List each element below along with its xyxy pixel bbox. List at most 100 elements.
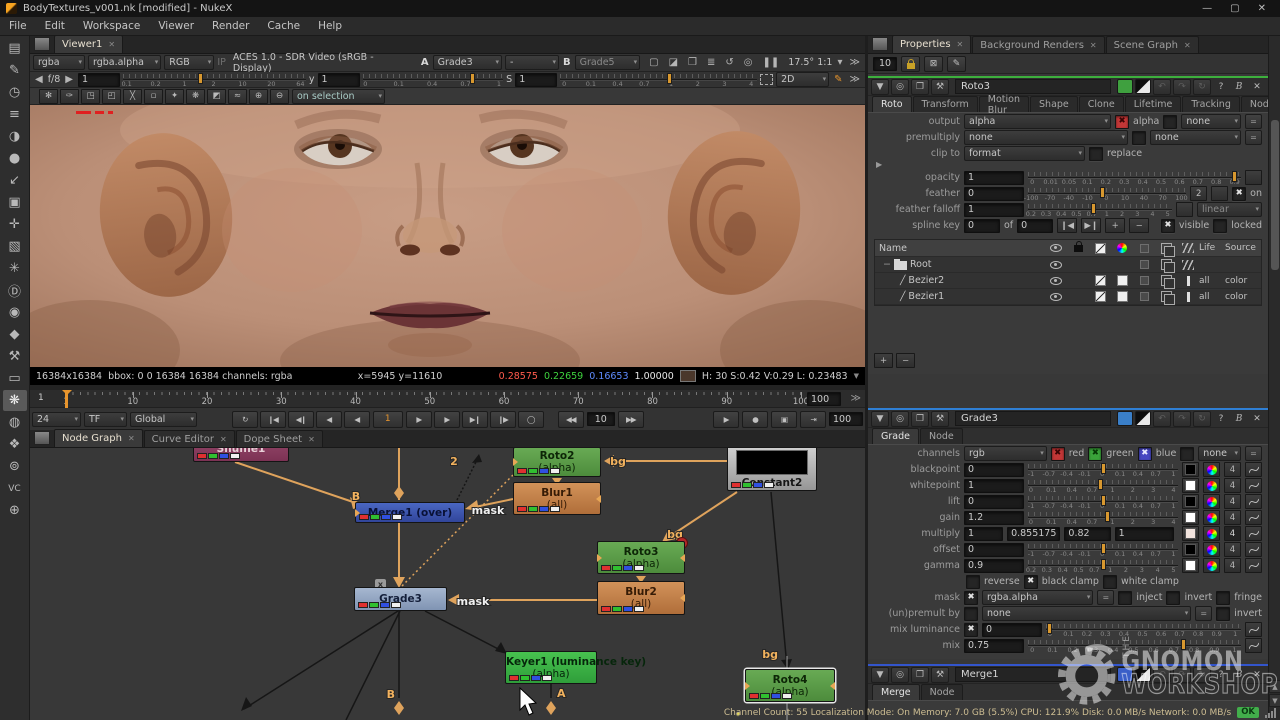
column-eye-icon[interactable]: [1045, 244, 1067, 252]
toolbar-deep-icon[interactable]: Ⓓ: [3, 280, 27, 301]
roto-tag-add-icon[interactable]: ⊕: [249, 89, 268, 104]
tab-node-graph[interactable]: Node Graph✕: [54, 429, 143, 447]
collapse-arrow-icon[interactable]: ▶: [868, 161, 1268, 169]
redo-icon[interactable]: ↷: [1173, 411, 1191, 427]
next-key-icon[interactable]: ▶❙: [1081, 218, 1101, 233]
remove-shape-button[interactable]: −: [896, 353, 915, 368]
prev-key-icon[interactable]: ❙◀: [1057, 218, 1077, 233]
tab-merge[interactable]: Merge: [872, 684, 920, 700]
color-wheel-icon[interactable]: [1203, 462, 1220, 477]
life-toggle[interactable]: [1177, 276, 1199, 286]
mix-field[interactable]: 0.75: [964, 639, 1024, 653]
alpha-checkbox[interactable]: ✖: [1115, 115, 1129, 129]
wrench-icon[interactable]: ⚒: [931, 79, 949, 95]
lut-icon[interactable]: ≣: [705, 57, 717, 68]
feather-on-checkbox[interactable]: ✖: [1232, 187, 1246, 201]
inject-checkbox[interactable]: ✖: [1118, 591, 1132, 605]
node-keyer1[interactable]: Keyer1 (luminance key)(alpha): [505, 651, 597, 684]
unpremult-invert-checkbox[interactable]: ✖: [1216, 607, 1230, 621]
slider[interactable]: 00.10.40.71234: [1028, 478, 1178, 493]
roto-remove-x-icon[interactable]: ╳: [123, 89, 142, 104]
maximize-button[interactable]: ▢: [1230, 3, 1239, 14]
toolbar-draw-icon[interactable]: ✎: [3, 60, 27, 81]
more-chevrons-icon[interactable]: ≫: [848, 57, 862, 68]
color-swatch-button[interactable]: [1182, 494, 1199, 509]
layer-dropdown[interactable]: rgba: [33, 55, 85, 70]
channels2-checkbox[interactable]: ✖: [1180, 447, 1194, 461]
premultiply2-checkbox[interactable]: ✖: [1132, 131, 1146, 145]
channel-equals-icon[interactable]: =: [1097, 590, 1114, 605]
slider[interactable]: -1-0.7-0.4-0.100.10.40.71: [1028, 462, 1178, 477]
roto-show-points-dropdown[interactable]: on selection: [292, 89, 385, 104]
redo-icon[interactable]: ↷: [1173, 667, 1191, 683]
color-wheel-icon[interactable]: [1203, 542, 1220, 557]
sq-toggle[interactable]: [1133, 292, 1155, 301]
channels2-dropdown[interactable]: none: [1198, 446, 1241, 461]
pane-menu-icon[interactable]: [872, 37, 888, 51]
slider[interactable]: 00.010.050.10.20.30.40.50.60.70.80.9: [1028, 170, 1241, 185]
toolbar-ofx-icon[interactable]: ❋: [3, 390, 27, 411]
close-icon[interactable]: ✕: [1249, 412, 1265, 426]
input-process-toggle[interactable]: IP: [217, 57, 226, 68]
split-channels-button[interactable]: 4: [1224, 526, 1241, 541]
slider[interactable]: -1-0.7-0.4-0.100.10.40.71: [1028, 494, 1178, 509]
curve-icon[interactable]: [1245, 462, 1262, 477]
toolbar-filter-icon[interactable]: ●: [3, 148, 27, 169]
column-square-icon[interactable]: [1133, 244, 1155, 253]
fps-dropdown[interactable]: 24: [32, 412, 81, 427]
mask-checkbox[interactable]: ✖: [964, 591, 978, 605]
menu-help[interactable]: Help: [309, 20, 351, 32]
add-key-icon[interactable]: +: [1105, 218, 1125, 233]
toolbar-vc-icon[interactable]: VC: [3, 478, 27, 499]
split-channels-button[interactable]: 4: [1224, 462, 1241, 477]
wipe-mode-dropdown[interactable]: -: [505, 55, 559, 70]
slider[interactable]: 00.10.40.71234: [560, 72, 757, 87]
frame-increment-field[interactable]: 10: [587, 412, 615, 426]
frame-range-mode-dropdown[interactable]: Global: [130, 412, 197, 427]
column-name[interactable]: Name: [875, 243, 1045, 254]
unpremult-checkbox[interactable]: ✖: [964, 607, 978, 621]
tab-node[interactable]: Node: [921, 684, 964, 700]
undo-icon[interactable]: ↶: [1153, 667, 1171, 683]
node-blur1[interactable]: Blur1(all): [513, 482, 601, 515]
toolbar-toolsets-icon[interactable]: ⚒: [3, 346, 27, 367]
collapse-icon[interactable]: ▼: [871, 411, 889, 427]
scrollbar-thumb[interactable]: [1271, 120, 1279, 270]
visible-checkbox[interactable]: ✖: [1161, 219, 1175, 233]
properties-scrollbar[interactable]: ▲ ▼: [1268, 36, 1280, 720]
unpremult-dropdown[interactable]: none: [982, 606, 1191, 621]
slider[interactable]: 0.20.30.40.50.712345: [1028, 558, 1178, 573]
close-button[interactable]: ✕: [1258, 3, 1266, 14]
split-channels-button[interactable]: 4: [1224, 510, 1241, 525]
timeline-range-end[interactable]: 100: [807, 392, 841, 406]
viewer-image[interactable]: [30, 105, 865, 367]
undo-icon[interactable]: ↶: [1153, 79, 1171, 95]
copies-toggle[interactable]: [1155, 275, 1177, 286]
toolbar-other-icon[interactable]: ▭: [3, 368, 27, 389]
slider[interactable]: 0.20.30.40.50.712345: [1028, 202, 1172, 217]
float-icon[interactable]: ❐: [911, 667, 929, 683]
toolbar-foundry-icon[interactable]: ◍: [3, 412, 27, 433]
scroll-up-icon[interactable]: ▲: [1269, 680, 1280, 693]
script-icon[interactable]: B: [1231, 668, 1247, 682]
panel-stack-limit-field[interactable]: 10: [873, 57, 897, 71]
gain-next-icon[interactable]: ▶: [63, 74, 75, 85]
gl-color-chip[interactable]: [1135, 667, 1151, 682]
toolbar-merge-icon[interactable]: ▣: [3, 192, 27, 213]
slider[interactable]: 00.10.20.30.40.50.60.70.80.91: [1028, 638, 1241, 653]
node-color-chip[interactable]: [1117, 411, 1133, 426]
color-wheel-icon[interactable]: [1203, 494, 1220, 509]
region-icon[interactable]: ▢: [647, 57, 660, 68]
alpha-layer-dropdown[interactable]: rgba.alpha: [88, 55, 161, 70]
close-icon[interactable]: ✕: [957, 40, 964, 49]
color-swatch-button[interactable]: [1182, 462, 1199, 477]
lock-panels-icon[interactable]: [901, 56, 920, 72]
gamma-field[interactable]: 0.9: [964, 559, 1024, 573]
gain-field[interactable]: 1.2: [964, 511, 1024, 525]
menu-viewer[interactable]: Viewer: [149, 20, 203, 32]
collapse-icon[interactable]: ▼: [871, 79, 889, 95]
playback-range-end[interactable]: 100: [829, 412, 863, 426]
color-wheel-icon[interactable]: [1203, 478, 1220, 493]
replace-checkbox[interactable]: ✖: [1089, 147, 1103, 161]
slider[interactable]: 00.10.40.71234: [1028, 510, 1178, 525]
